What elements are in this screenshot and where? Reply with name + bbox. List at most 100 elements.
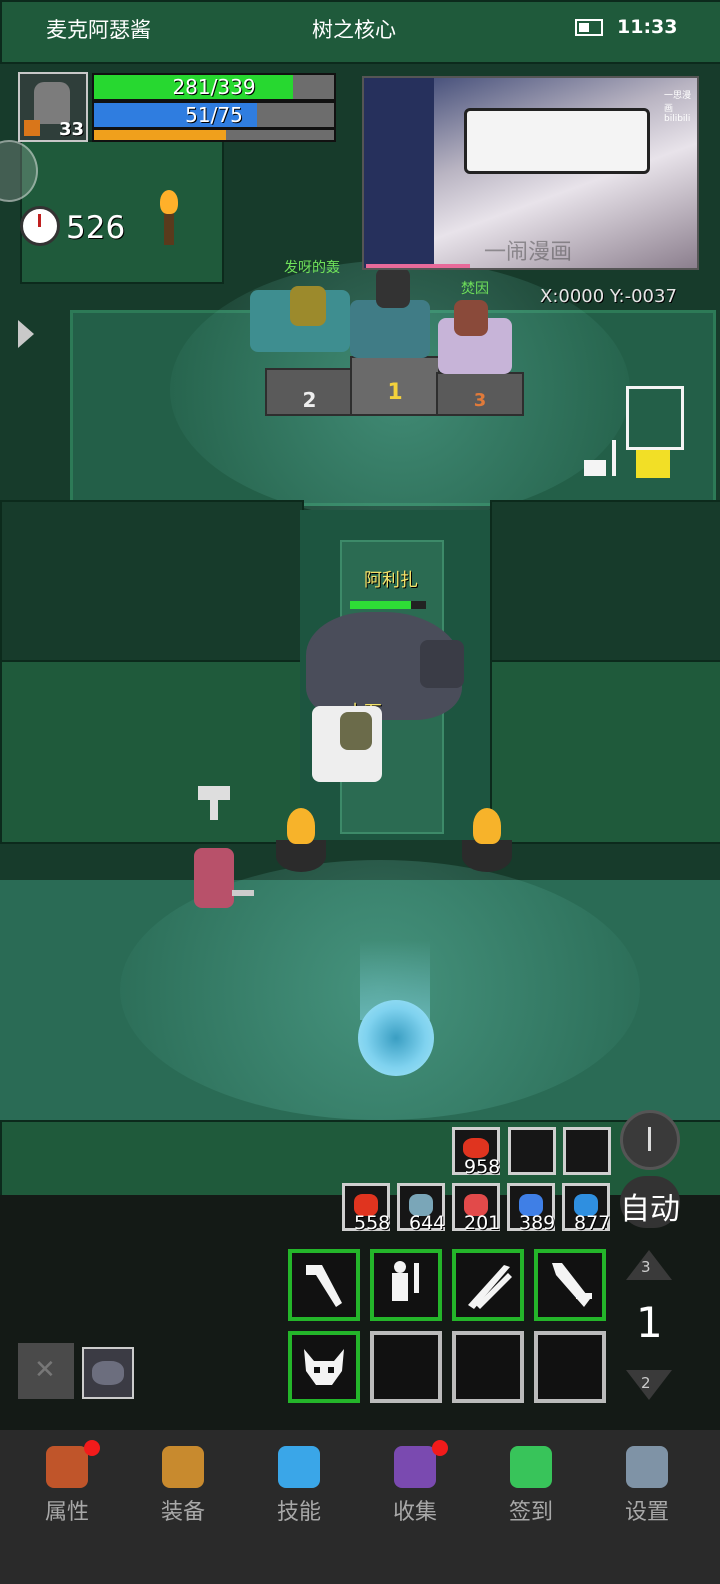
switch-button[interactable]: [620, 1110, 680, 1170]
hammer-icon[interactable]: [198, 786, 230, 800]
expand-arrow-icon[interactable]: [18, 320, 34, 348]
knight-helmet: [34, 82, 70, 124]
xp-bar: [92, 128, 336, 142]
timer-value: 526: [66, 210, 126, 246]
right-brick-wall: [490, 660, 720, 844]
companion-sprite[interactable]: [340, 712, 372, 750]
brazier-left: [276, 840, 326, 872]
monitor-icon: [394, 1446, 436, 1488]
bag-icon: [162, 1446, 204, 1488]
target-lock-button[interactable]: ✕: [18, 1343, 74, 1399]
inventory-count-3: 201: [464, 1212, 501, 1234]
right-pit: [490, 500, 720, 664]
nav-helmet[interactable]: 属性: [22, 1440, 112, 1526]
left-brick-wall: [0, 660, 304, 844]
nav-monitor[interactable]: 收集: [370, 1440, 460, 1526]
battery-icon: [575, 19, 603, 36]
skill-page-down-label: 2: [641, 1374, 651, 1392]
mp-bar: 51/75: [92, 101, 336, 129]
xp-fill: [94, 130, 226, 140]
skill-bone-slash[interactable]: [288, 1249, 360, 1321]
bone-slash-icon: [306, 1265, 342, 1307]
boss-hp-bar: [350, 601, 426, 609]
left-pit: [0, 500, 304, 664]
dragon-mount-sprite[interactable]: [350, 300, 430, 358]
skill-slot-empty-1[interactable]: [370, 1331, 442, 1403]
gem-icon: [510, 1446, 552, 1488]
crystal-icon: [278, 1446, 320, 1488]
player-avatar[interactable]: 33: [18, 72, 88, 142]
brazier-left-flame: [287, 808, 315, 844]
nav-label: 设置: [624, 1500, 669, 1525]
quick-slot-2[interactable]: [508, 1127, 556, 1175]
nav-gear[interactable]: 设置: [602, 1446, 692, 1526]
brazier-right-flame: [473, 808, 501, 844]
statue-legs: [636, 450, 670, 478]
brazier-right: [462, 840, 512, 872]
nav-bag[interactable]: 装备: [138, 1446, 228, 1526]
nav-label: 装备: [160, 1500, 205, 1525]
teeth-graphic: [464, 108, 650, 174]
pink-hair-npc-sprite[interactable]: [194, 848, 234, 908]
map-name: 树之核心: [312, 18, 396, 42]
orc-sprite[interactable]: [454, 300, 488, 336]
nav-label: 属性: [44, 1500, 89, 1525]
armor-statue-icon[interactable]: [626, 386, 684, 450]
player-name: 麦克阿瑟酱: [46, 18, 151, 42]
status-bar: 麦克阿瑟酱 树之核心 11:33: [0, 0, 720, 58]
podium-third: 3: [436, 372, 524, 416]
boss-name: 阿利扎: [364, 570, 418, 591]
clock-icon: [20, 206, 60, 246]
dark-knight-sprite[interactable]: [376, 268, 410, 308]
inventory-count-2: 644: [409, 1212, 446, 1234]
skill-slot-empty-2[interactable]: [452, 1331, 524, 1403]
skill-slot-empty-3[interactable]: [534, 1331, 606, 1403]
npc-name-second: 发呀的轰: [284, 260, 340, 276]
skill-dagger-throw[interactable]: [534, 1249, 606, 1321]
skill-page-current: 1: [636, 1298, 663, 1347]
video-progress: [366, 264, 470, 268]
nav-gem[interactable]: 签到: [486, 1446, 576, 1526]
dagger-throw-icon: [552, 1263, 592, 1307]
sword-icon: [612, 440, 616, 476]
npc-weapon: [232, 890, 254, 896]
helmet-icon: [46, 1446, 88, 1488]
coordinates: X:0000 Y:-0037: [540, 286, 677, 307]
skill-page-up-label: 3: [641, 1258, 651, 1276]
video-small-text: 一思漫画 bilibili: [664, 91, 692, 124]
cat-icon[interactable]: [584, 460, 606, 476]
nav-label: 技能: [276, 1500, 321, 1525]
mp-text: 51/75: [185, 103, 243, 127]
nav-label: 签到: [508, 1500, 553, 1525]
portal[interactable]: [358, 1000, 434, 1076]
video-overlay[interactable]: 一思漫画 bilibili 一闹漫画: [362, 76, 699, 270]
hp-bar: 281/339: [92, 73, 336, 101]
nav-crystal[interactable]: 技能: [254, 1446, 344, 1526]
notification-badge: [84, 1440, 100, 1456]
video-watermark: 一闹漫画: [484, 240, 573, 265]
inventory-count-1: 558: [354, 1212, 391, 1234]
boss-hp-fill: [350, 601, 411, 609]
close-icon: ✕: [34, 1355, 56, 1385]
npc-name-third: 焚因: [461, 281, 489, 297]
skill-twin-spear[interactable]: [452, 1249, 524, 1321]
quick-slot-1-count: 958: [464, 1156, 501, 1178]
warrior-strike-icon: [392, 1261, 419, 1301]
auto-button[interactable]: 自动: [620, 1176, 680, 1228]
skill-warrior-strike[interactable]: [370, 1249, 442, 1321]
class-badge-icon: [24, 120, 40, 136]
red-meat-icon: [463, 1138, 489, 1158]
horned-knight-sprite[interactable]: [290, 286, 326, 326]
quick-slot-3[interactable]: [563, 1127, 611, 1175]
boar-portrait-icon: [92, 1361, 124, 1385]
clock: 11:33: [617, 16, 678, 38]
demon-mask-icon: [304, 1349, 344, 1385]
cycle-icon: [648, 1127, 651, 1151]
podium-first: 1: [350, 356, 440, 416]
skill-demon-mask[interactable]: [288, 1331, 360, 1403]
player-level: 33: [58, 119, 84, 140]
inventory-count-5: 877: [574, 1212, 611, 1234]
target-portrait[interactable]: [82, 1347, 134, 1399]
inventory-count-4: 389: [519, 1212, 556, 1234]
podium-second: 2: [265, 368, 354, 416]
